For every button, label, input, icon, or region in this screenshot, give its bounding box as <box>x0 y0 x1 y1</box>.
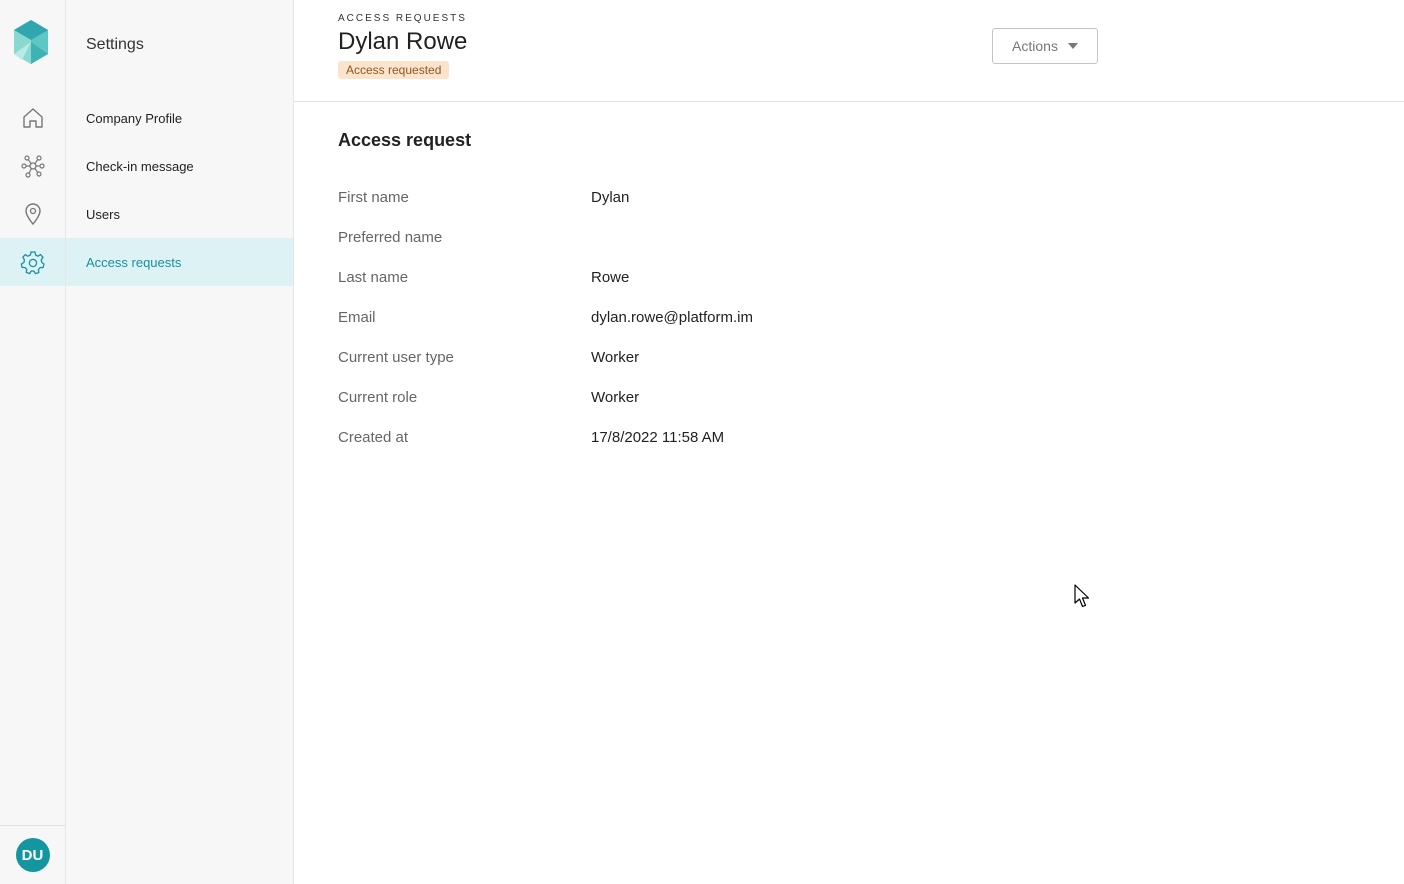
sidebar-item-company-profile[interactable]: Company Profile <box>66 94 293 142</box>
breadcrumb[interactable]: ACCESS REQUESTS <box>338 13 467 24</box>
field-first-name: First name Dylan <box>338 189 1038 211</box>
field-value: Dylan <box>591 189 630 206</box>
chevron-down-icon <box>1067 43 1078 49</box>
app-logo[interactable] <box>12 18 50 68</box>
field-value: dylan.rowe@platform.im <box>591 309 753 326</box>
page-title: Dylan Rowe <box>338 28 468 55</box>
field-label: Created at <box>338 429 409 446</box>
mouse-cursor-icon <box>1074 584 1090 608</box>
field-current-role: Current role Worker <box>338 389 1038 411</box>
sidebar-title: Settings <box>86 36 144 53</box>
field-email: Email dylan.rowe@platform.im <box>338 309 1038 331</box>
location-pin-icon <box>24 203 41 226</box>
sidebar-item-access-requests[interactable]: Access requests <box>66 238 293 286</box>
field-preferred-name: Preferred name <box>338 229 1038 251</box>
field-label: Email <box>338 309 376 326</box>
network-icon <box>20 155 45 178</box>
actions-button-label: Actions <box>1012 38 1058 54</box>
field-value: Rowe <box>591 269 630 286</box>
actions-button[interactable]: Actions <box>992 28 1098 64</box>
rail-footer: DU <box>0 825 65 884</box>
rail-home[interactable] <box>0 94 65 142</box>
section-title: Access request <box>338 130 472 150</box>
page-header: ACCESS REQUESTS Dylan Rowe Access reques… <box>294 0 1404 102</box>
field-current-user-type: Current user type Worker <box>338 349 1038 371</box>
app: DU Settings Company Profile Check-in mes… <box>0 0 1404 884</box>
field-last-name: Last name Rowe <box>338 269 1038 291</box>
rail-location[interactable] <box>0 190 65 238</box>
sidebar-item-users[interactable]: Users <box>66 190 293 238</box>
sidebar-item-check-in-message[interactable]: Check-in message <box>66 142 293 190</box>
field-value: Worker <box>591 389 640 406</box>
avatar[interactable]: DU <box>15 838 50 872</box>
field-value: 17/8/2022 11:58 AM <box>591 429 725 446</box>
main-content: ACCESS REQUESTS Dylan Rowe Access reques… <box>294 0 1404 884</box>
field-label: First name <box>338 189 409 206</box>
field-label: Last name <box>338 269 409 286</box>
home-icon <box>22 108 43 128</box>
status-badge: Access requested <box>338 61 450 79</box>
gear-icon <box>20 251 45 275</box>
settings-sidebar: Settings Company Profile Check-in messag… <box>66 0 294 884</box>
rail-settings[interactable] <box>0 238 65 286</box>
field-created-at: Created at 17/8/2022 11:58 AM <box>338 429 1038 451</box>
field-label: Preferred name <box>338 229 443 246</box>
icon-rail: DU <box>0 0 66 884</box>
field-label: Current role <box>338 389 418 406</box>
field-label: Current user type <box>338 349 454 366</box>
rail-network[interactable] <box>0 142 65 190</box>
field-value: Worker <box>591 349 640 366</box>
